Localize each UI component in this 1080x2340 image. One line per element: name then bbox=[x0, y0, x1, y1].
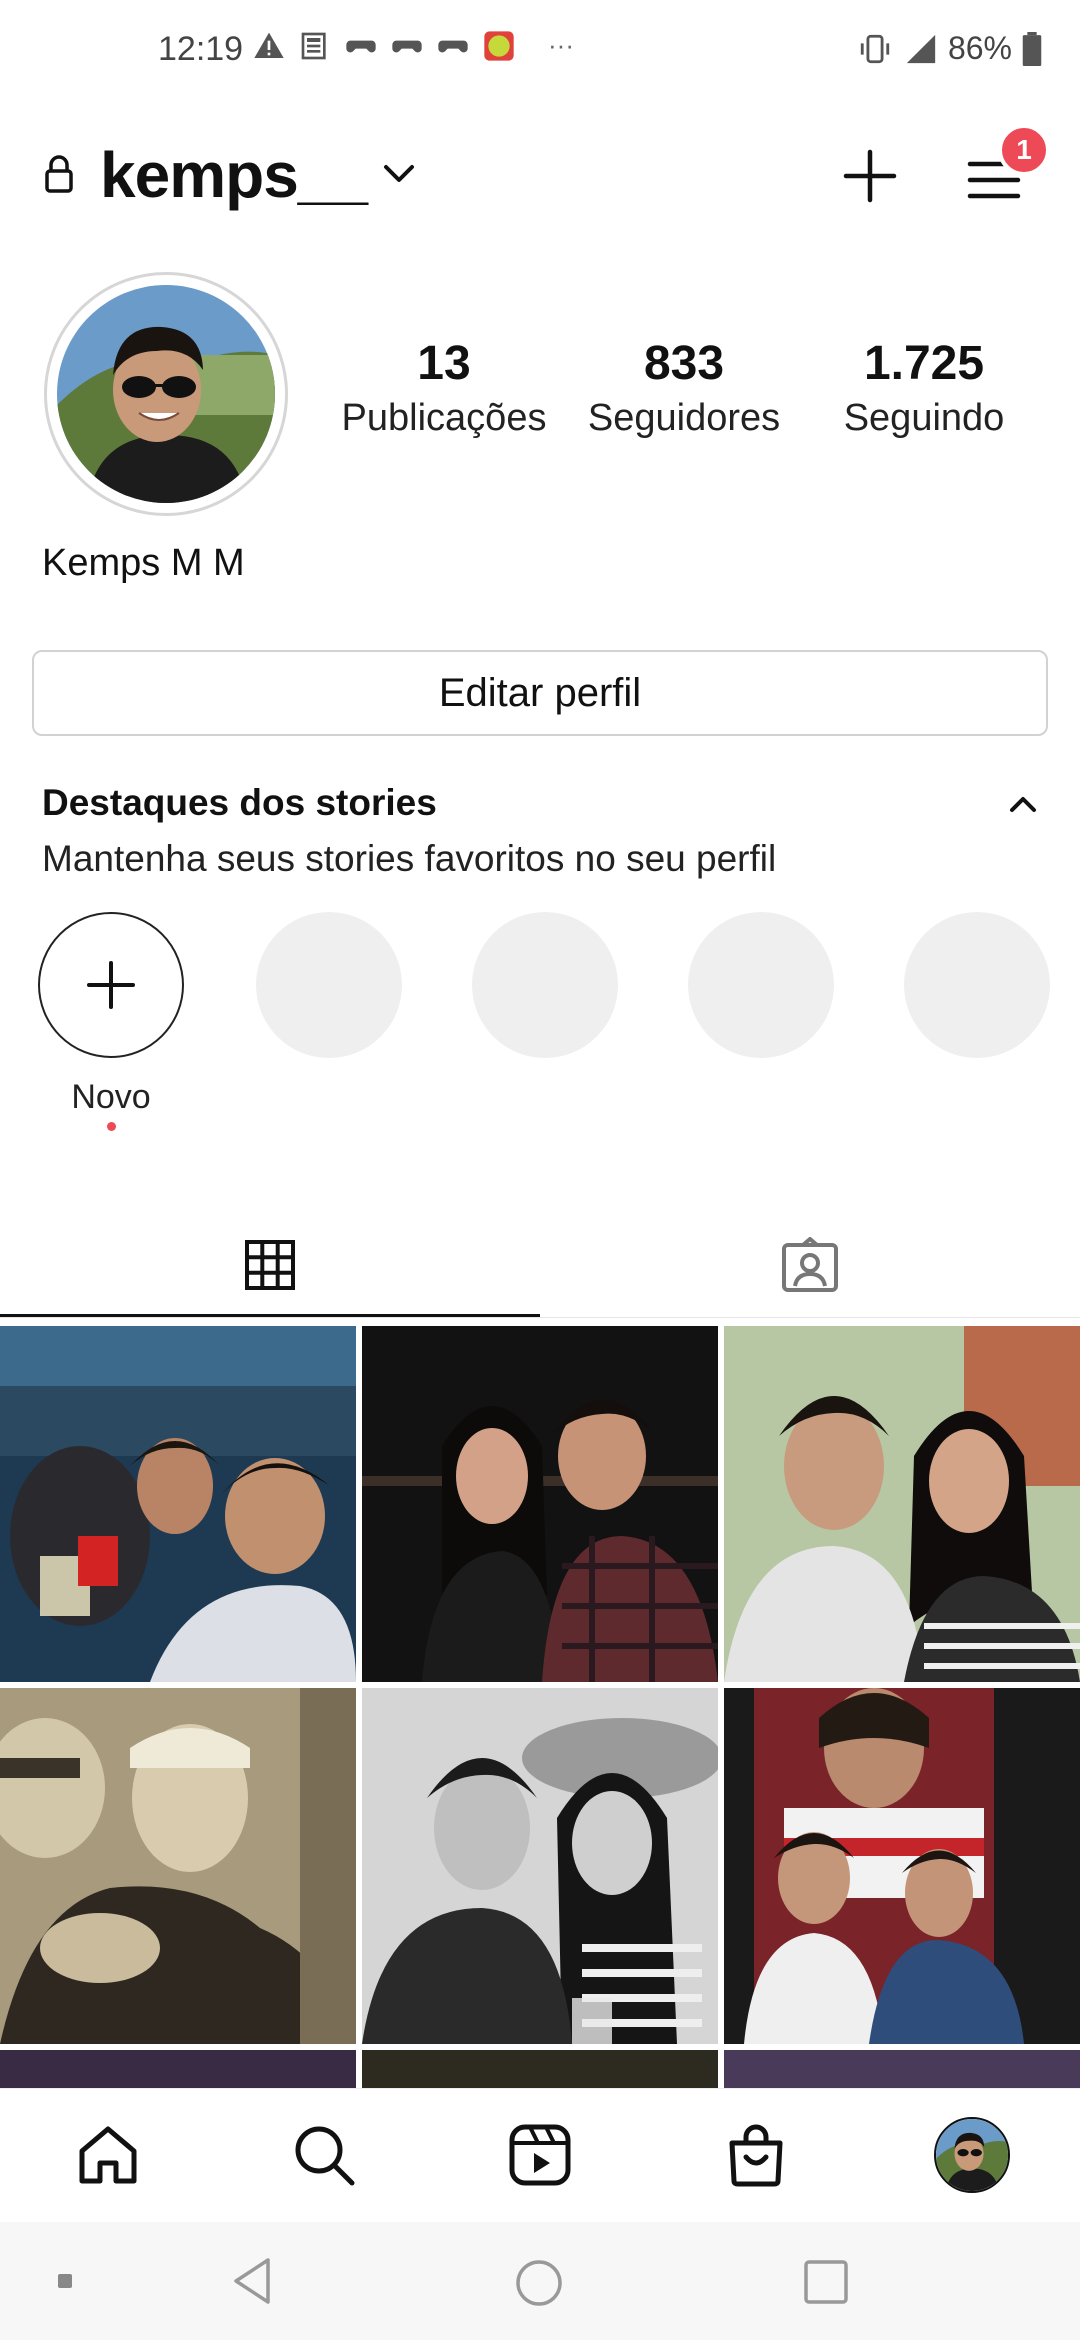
menu-indicator bbox=[58, 2274, 72, 2288]
nav-profile[interactable] bbox=[932, 2115, 1012, 2195]
signal-icon bbox=[906, 34, 936, 63]
following-label: Seguindo bbox=[843, 397, 1005, 439]
posts-label: Publicações bbox=[341, 397, 547, 439]
followers-label: Seguidores bbox=[587, 397, 781, 439]
tab-tagged[interactable] bbox=[540, 1210, 1080, 1320]
username-title[interactable]: kemps__ bbox=[100, 138, 368, 212]
post-couple-outdoor[interactable] bbox=[724, 1326, 1080, 1682]
posts-stat[interactable]: 13 Publicações bbox=[334, 336, 554, 440]
post-stadium-selfie[interactable] bbox=[0, 1326, 356, 1682]
nav-shop[interactable] bbox=[716, 2115, 796, 2195]
home-icon bbox=[79, 2126, 137, 2184]
battery-text: 86% bbox=[947, 30, 1012, 66]
post-spfc-friends[interactable] bbox=[724, 1688, 1080, 2044]
highlight-placeholder bbox=[688, 912, 834, 1058]
posts-count: 13 bbox=[417, 337, 471, 390]
home-button-icon[interactable] bbox=[514, 2258, 564, 2308]
new-highlight-label: Novo bbox=[71, 1078, 151, 1116]
profile-avatar-small bbox=[934, 2117, 1010, 2193]
more-notifications: ··· bbox=[548, 30, 574, 60]
status-bar: 12:19 ··· 86% bbox=[0, 0, 1080, 100]
news-icon bbox=[301, 32, 326, 60]
nav-search[interactable] bbox=[284, 2115, 364, 2195]
create-post-button[interactable] bbox=[842, 148, 898, 204]
warning-icon bbox=[254, 32, 284, 58]
tagged-icon bbox=[782, 1237, 838, 1292]
post-partial[interactable] bbox=[362, 2050, 718, 2088]
search-icon bbox=[295, 2126, 355, 2186]
profile-full-name: Kemps M M bbox=[42, 542, 245, 584]
nav-reels[interactable] bbox=[500, 2115, 580, 2195]
highlight-placeholder bbox=[472, 912, 618, 1058]
notification-icons bbox=[252, 30, 516, 62]
post-partial[interactable] bbox=[0, 2050, 356, 2088]
post-vintage-photo[interactable] bbox=[0, 1688, 356, 2044]
followers-stat[interactable]: 833 Seguidores bbox=[574, 336, 794, 440]
chevron-down-icon[interactable] bbox=[382, 162, 416, 186]
highlights-title: Destaques dos stories bbox=[42, 782, 437, 823]
shop-icon bbox=[729, 2124, 783, 2187]
new-indicator-dot bbox=[107, 1122, 116, 1131]
highlights-subtitle: Mantenha seus stories favoritos no seu p… bbox=[42, 838, 777, 879]
nav-home[interactable] bbox=[68, 2115, 148, 2195]
game-controller-icon bbox=[392, 40, 422, 53]
notification-badge: 1 bbox=[998, 124, 1050, 176]
highlight-placeholder bbox=[256, 912, 402, 1058]
post-couple-night[interactable] bbox=[362, 1326, 718, 1682]
tab-divider bbox=[0, 1317, 1080, 1318]
status-time: 12:19 bbox=[158, 30, 244, 68]
game-controller-icon bbox=[438, 40, 468, 53]
system-navigation bbox=[0, 2222, 1080, 2340]
battery-icon bbox=[1022, 31, 1042, 66]
grid-icon bbox=[245, 1240, 295, 1290]
profile-avatar-ring[interactable] bbox=[44, 272, 288, 516]
lock-icon bbox=[45, 155, 73, 193]
status-right: 86% bbox=[856, 30, 1042, 67]
profile-avatar[interactable] bbox=[57, 285, 275, 503]
new-highlight-button[interactable] bbox=[38, 912, 184, 1058]
followers-count: 833 bbox=[643, 337, 725, 390]
following-stat[interactable]: 1.725 Seguindo bbox=[814, 336, 1034, 440]
profile-header: kemps__ 1 bbox=[0, 120, 1080, 230]
recents-icon[interactable] bbox=[802, 2258, 850, 2306]
game-controller-icon bbox=[346, 40, 376, 53]
bottom-navigation bbox=[0, 2088, 1080, 2223]
post-partial[interactable] bbox=[724, 2050, 1080, 2088]
chevron-up-icon[interactable] bbox=[1006, 792, 1040, 816]
plus-icon bbox=[87, 961, 135, 1009]
post-couple-bw[interactable] bbox=[362, 1688, 718, 2044]
edit-profile-button[interactable]: Editar perfil bbox=[32, 650, 1048, 736]
following-count: 1.725 bbox=[863, 337, 985, 390]
tab-posts-grid[interactable] bbox=[0, 1210, 540, 1320]
avatar-photo bbox=[57, 285, 275, 503]
reels-icon bbox=[509, 2124, 571, 2186]
back-icon[interactable] bbox=[230, 2256, 274, 2306]
highlight-placeholder bbox=[904, 912, 1050, 1058]
vibrate-icon bbox=[860, 34, 890, 63]
tennis-ball-app-icon bbox=[484, 31, 514, 61]
